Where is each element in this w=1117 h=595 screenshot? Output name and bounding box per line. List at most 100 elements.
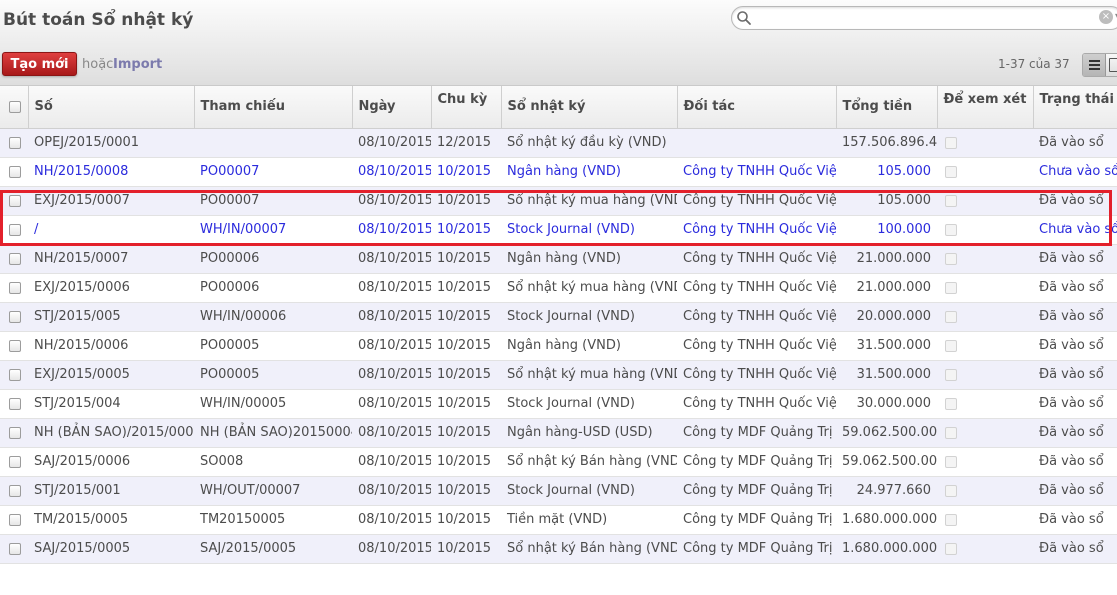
- entry-number: NH/2015/0008: [28, 157, 194, 187]
- column-header[interactable]: Tổng tiền: [836, 86, 938, 129]
- partner: Công ty TNHH Quốc Việt: [677, 302, 836, 332]
- row-select-cell[interactable]: [0, 244, 28, 274]
- table-row[interactable]: / WH/IN/00007 08/10/2015 10/2015 Stock Journ…: [0, 215, 1117, 245]
- row-select-cell[interactable]: [0, 128, 28, 158]
- reference: WH/IN/00006: [194, 302, 352, 332]
- row-checkbox[interactable]: [9, 165, 21, 178]
- row-select-cell[interactable]: [0, 302, 28, 332]
- date: 08/10/2015: [352, 476, 431, 506]
- table-row[interactable]: NH (BẢN SAO)/2015/0004 NH (BẢN SAO)201500…: [0, 418, 1117, 448]
- column-header[interactable]: Sổ nhật ký: [501, 86, 678, 129]
- import-link[interactable]: Import: [113, 57, 162, 72]
- row-select-cell[interactable]: [0, 505, 28, 535]
- pager-value[interactable]: 1-37 của 37: [998, 57, 1070, 71]
- row-checkbox[interactable]: [9, 513, 21, 526]
- partner: Công ty MDF Quảng Trị: [677, 476, 836, 506]
- row-select-cell[interactable]: [0, 331, 28, 361]
- row-select-cell[interactable]: [0, 389, 28, 419]
- form-view-icon[interactable]: [1109, 58, 1117, 72]
- date: 08/10/2015: [352, 505, 431, 535]
- state: Đã vào sổ: [1033, 360, 1117, 390]
- row-checkbox[interactable]: [9, 542, 21, 555]
- state: Đã vào sổ: [1033, 389, 1117, 419]
- total-amount: 24.977.660: [836, 476, 937, 506]
- column-header[interactable]: Trạng thái: [1033, 86, 1117, 129]
- column-header[interactable]: Ngày: [352, 86, 432, 129]
- partner: Công ty TNHH Quốc Việt: [677, 157, 836, 187]
- period: 10/2015: [431, 534, 501, 564]
- reference: SAJ/2015/0005: [194, 534, 352, 564]
- journal: Sổ nhật ký đầu kỳ (VND): [501, 128, 677, 158]
- column-header[interactable]: Tham chiếu: [194, 86, 353, 129]
- entry-number: /: [28, 215, 194, 245]
- row-select-cell[interactable]: [0, 186, 28, 216]
- table-row[interactable]: NH/2015/0008 PO00007 08/10/2015 10/2015 Ngân…: [0, 157, 1117, 187]
- total-amount: 21.000.000: [836, 244, 937, 274]
- table-row[interactable]: TM/2015/0005 TM20150005 08/10/2015 10/2015 T…: [0, 505, 1117, 535]
- row-checkbox[interactable]: [9, 281, 21, 294]
- journal: Ngân hàng (VND): [501, 157, 677, 187]
- to-review-checkbox: [945, 252, 957, 265]
- table-row[interactable]: OPEJ/2015/0001 08/10/2015 12/2015 Sổ nhật k…: [0, 128, 1117, 158]
- row-select-cell[interactable]: [0, 273, 28, 303]
- row-checkbox[interactable]: [9, 455, 21, 468]
- table-row[interactable]: STJ/2015/001 WH/OUT/00007 08/10/2015 10/201…: [0, 476, 1117, 506]
- row-select-cell[interactable]: [0, 476, 28, 506]
- table-row[interactable]: EXJ/2015/0007 PO00007 08/10/2015 10/2015 Sổ …: [0, 186, 1117, 216]
- state: Đã vào sổ: [1033, 505, 1117, 535]
- row-select-cell[interactable]: [0, 534, 28, 564]
- partner: Công ty TNHH Quốc Việt: [677, 331, 836, 361]
- row-select-cell[interactable]: [0, 418, 28, 448]
- to-review: [937, 157, 1033, 187]
- reference: PO00007: [194, 186, 352, 216]
- table-row[interactable]: EXJ/2015/0006 PO00006 08/10/2015 10/2015 Sổ …: [0, 273, 1117, 303]
- state: Đã vào sổ: [1033, 418, 1117, 448]
- row-checkbox[interactable]: [9, 397, 21, 410]
- row-select-cell[interactable]: [0, 215, 28, 245]
- row-checkbox[interactable]: [9, 368, 21, 381]
- row-checkbox[interactable]: [9, 310, 21, 323]
- row-checkbox[interactable]: [9, 223, 21, 236]
- control-panel: Bút toán Sổ nhật ký × ▾ Tạo mới hoặc Imp…: [0, 0, 1117, 86]
- to-review-checkbox: [945, 194, 957, 207]
- search-input[interactable]: [752, 9, 1092, 27]
- select-all-cell[interactable]: [0, 86, 29, 129]
- partner: Công ty TNHH Quốc Việt: [677, 244, 836, 274]
- row-select-cell[interactable]: [0, 157, 28, 187]
- select-all-checkbox[interactable]: [9, 100, 21, 113]
- to-review-checkbox: [945, 368, 957, 381]
- partner: Công ty MDF Quảng Trị: [677, 505, 836, 535]
- row-select-cell[interactable]: [0, 360, 28, 390]
- table-row[interactable]: STJ/2015/004 WH/IN/00005 08/10/2015 10/2015…: [0, 389, 1117, 419]
- table-row[interactable]: SAJ/2015/0005 SAJ/2015/0005 08/10/2015 10/2…: [0, 534, 1117, 564]
- row-checkbox[interactable]: [9, 194, 21, 207]
- table-row[interactable]: EXJ/2015/0005 PO00005 08/10/2015 10/2015 Sổ …: [0, 360, 1117, 390]
- to-review-checkbox: [945, 281, 957, 294]
- row-checkbox[interactable]: [9, 339, 21, 352]
- period: 10/2015: [431, 186, 501, 216]
- table-row[interactable]: NH/2015/0006 PO00005 08/10/2015 10/2015 Ngân…: [0, 331, 1117, 361]
- total-amount: 31.500.000: [836, 360, 937, 390]
- table-row[interactable]: STJ/2015/005 WH/IN/00006 08/10/2015 10/2015…: [0, 302, 1117, 332]
- row-checkbox[interactable]: [9, 252, 21, 265]
- row-checkbox[interactable]: [9, 426, 21, 439]
- total-amount: 1.680.000.000: [836, 534, 937, 564]
- row-select-cell[interactable]: [0, 447, 28, 477]
- date: 08/10/2015: [352, 302, 431, 332]
- column-header[interactable]: Đối tác: [677, 86, 837, 129]
- row-checkbox[interactable]: [9, 484, 21, 497]
- period: 10/2015: [431, 476, 501, 506]
- column-header[interactable]: Số: [28, 86, 195, 129]
- column-header[interactable]: Chu kỳ: [431, 86, 502, 129]
- clear-search-icon[interactable]: ×: [1099, 10, 1113, 24]
- list-view-button[interactable]: [1083, 54, 1106, 76]
- date: 08/10/2015: [352, 360, 431, 390]
- create-button[interactable]: Tạo mới: [2, 52, 77, 76]
- period: 12/2015: [431, 128, 501, 158]
- table-row[interactable]: SAJ/2015/0006 SO008 08/10/2015 10/2015 Sổ nh…: [0, 447, 1117, 477]
- column-header[interactable]: Để xem xét: [937, 86, 1034, 129]
- row-checkbox[interactable]: [9, 136, 21, 149]
- to-review-checkbox: [945, 310, 957, 323]
- search-box[interactable]: × ▾: [731, 6, 1117, 30]
- table-row[interactable]: NH/2015/0007 PO00006 08/10/2015 10/2015 Ngân…: [0, 244, 1117, 274]
